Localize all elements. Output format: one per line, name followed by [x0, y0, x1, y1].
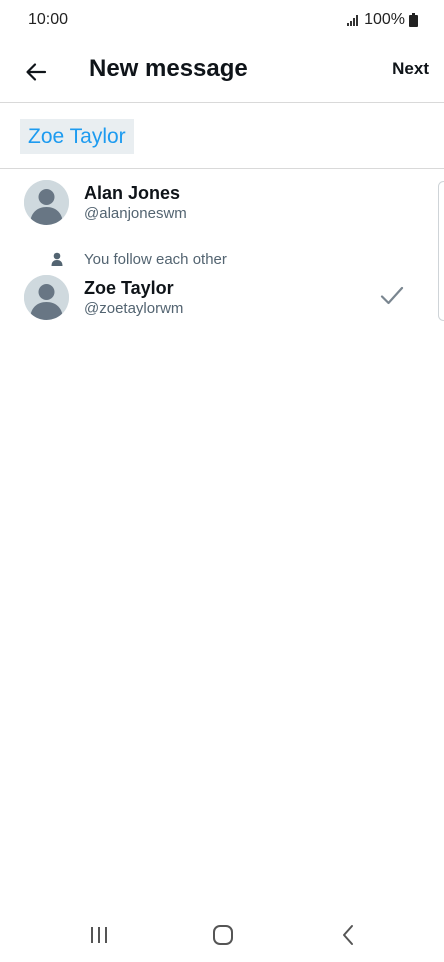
- user-name: Zoe Taylor: [84, 278, 174, 298]
- signal-icon: [347, 15, 359, 26]
- recipient-chip[interactable]: Zoe Taylor: [20, 119, 134, 154]
- next-button[interactable]: Next: [392, 59, 429, 79]
- home-button[interactable]: [203, 920, 243, 950]
- back-nav-button[interactable]: [328, 920, 368, 950]
- battery-percentage: 100%: [364, 11, 405, 28]
- user-name: Alan Jones: [84, 183, 181, 203]
- status-time: 10:00: [28, 11, 69, 28]
- check-icon: [380, 286, 404, 305]
- user-row-zoe-taylor[interactable]: Zoe Taylor @zoetaylorwm: [0, 270, 436, 330]
- person-icon: [51, 252, 63, 266]
- back-button[interactable]: [16, 52, 56, 92]
- default-avatar-icon: [24, 180, 69, 225]
- avatar: [24, 275, 69, 320]
- battery-icon: [409, 13, 418, 27]
- recent-apps-button[interactable]: [79, 920, 119, 950]
- recent-apps-icon: [91, 927, 107, 943]
- user-handle: @alanjoneswm: [84, 205, 187, 222]
- recipient-field[interactable]: Zoe Taylor: [0, 103, 444, 168]
- back-icon: [343, 925, 353, 945]
- status-bar: 10:00 100%: [0, 0, 444, 42]
- system-nav-bar: [0, 904, 444, 962]
- default-avatar-icon: [24, 275, 69, 320]
- arrow-left-icon: [26, 63, 47, 81]
- home-icon: [213, 925, 233, 945]
- user-row-alan-jones[interactable]: Alan Jones @alanjoneswm: [0, 170, 436, 240]
- recipient-divider: [0, 168, 444, 169]
- scroll-indicator: [438, 181, 444, 321]
- header: New message Next: [0, 42, 444, 102]
- follow-note: You follow each other: [84, 251, 227, 268]
- status-indicators: 100%: [346, 11, 418, 29]
- page-title: New message: [89, 55, 248, 82]
- user-handle: @zoetaylorwm: [84, 300, 184, 317]
- avatar: [24, 180, 69, 225]
